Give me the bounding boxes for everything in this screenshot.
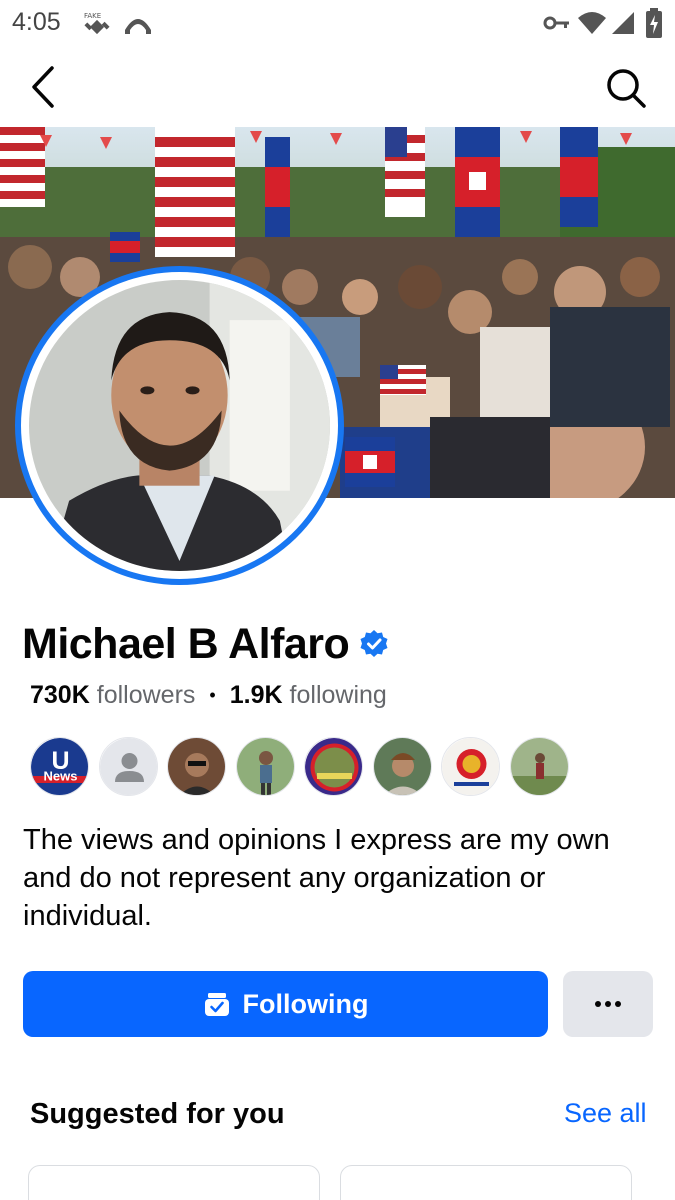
search-button[interactable]	[602, 64, 650, 112]
followers-count[interactable]: 730K	[30, 681, 90, 710]
mutual-avatar-3[interactable]	[167, 737, 226, 796]
mutual-avatar-5[interactable]	[304, 737, 363, 796]
status-time: 4:05	[12, 8, 61, 36]
wifi-icon	[578, 12, 606, 34]
more-dots-icon	[595, 1001, 621, 1007]
chevron-left-icon	[32, 66, 54, 108]
following-button[interactable]: Following	[23, 971, 548, 1037]
following-count[interactable]: 1.9K	[230, 681, 283, 710]
suggested-card[interactable]	[340, 1165, 632, 1200]
status-bar: 4:05 FAKE	[0, 0, 675, 48]
stats-separator: •	[209, 685, 216, 705]
profile-bio: The views and opinions I express are my …	[23, 824, 610, 932]
signal-arc-icon	[125, 19, 151, 34]
following-label[interactable]: following	[290, 681, 387, 710]
suggested-card[interactable]	[28, 1165, 320, 1200]
followers-label[interactable]: followers	[97, 681, 196, 710]
verified-badge-icon	[360, 630, 388, 657]
profile-avatar[interactable]	[15, 266, 344, 585]
profile-name-row: Michael B Alfaro	[22, 614, 389, 674]
mutual-avatar-default[interactable]	[98, 737, 158, 796]
following-button-label: Following	[242, 988, 369, 1019]
following-check-icon	[204, 993, 229, 1016]
svg-text:FAKE: FAKE	[84, 12, 101, 20]
search-icon	[607, 69, 646, 108]
cell-signal-icon	[612, 12, 634, 34]
back-button[interactable]	[22, 62, 66, 112]
satellite-icon: FAKE	[84, 12, 110, 35]
mutual-avatar-6[interactable]	[372, 737, 432, 796]
profile-stats: 730K followers • 1.9K following	[30, 681, 387, 710]
see-all-link[interactable]: See all	[564, 1098, 647, 1129]
vpn-key-icon	[543, 16, 569, 30]
mutual-avatar-unews[interactable]: U News	[30, 737, 89, 796]
avatar-photo	[29, 280, 330, 571]
more-options-button[interactable]	[563, 971, 653, 1037]
mutual-avatar-4[interactable]	[235, 737, 295, 796]
battery-icon	[646, 8, 662, 38]
mutual-avatar-8[interactable]	[509, 737, 569, 796]
mutual-friends-row[interactable]: U News	[30, 737, 578, 797]
unews-logo-word: News	[44, 769, 78, 784]
profile-name: Michael B Alfaro	[22, 619, 350, 668]
suggested-section-title: Suggested for you	[30, 1098, 285, 1130]
mutual-avatar-emblem[interactable]	[441, 737, 500, 796]
